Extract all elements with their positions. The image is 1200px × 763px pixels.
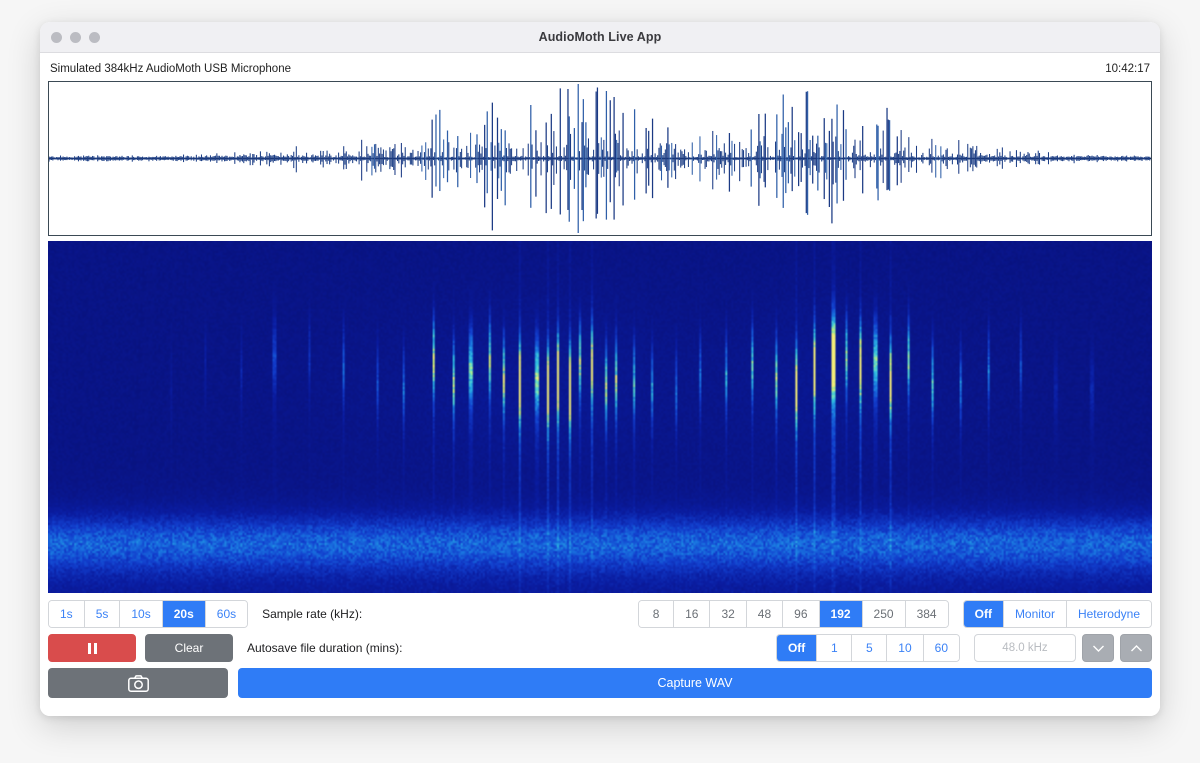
- chevron-down-icon: [1092, 645, 1104, 652]
- time-scale-option-60s[interactable]: 60s: [205, 601, 248, 627]
- sample-rate-option-96[interactable]: 96: [783, 601, 820, 627]
- spectrogram-display[interactable]: [48, 241, 1152, 593]
- sample-rate-group[interactable]: 8 16 32 48 96 192 250 384: [638, 600, 949, 628]
- title-bar: AudioMoth Live App: [40, 22, 1160, 53]
- controls-row-transport: Clear Autosave file duration (mins): Off…: [48, 634, 1152, 662]
- sample-rate-option-384[interactable]: 384: [905, 601, 948, 627]
- heterodyne-frequency-field[interactable]: 48.0 kHz: [974, 634, 1076, 662]
- device-label: Simulated 384kHz AudioMoth USB Microphon…: [50, 63, 291, 75]
- sample-rate-option-8[interactable]: 8: [639, 601, 675, 627]
- autosave-option-off[interactable]: Off: [776, 635, 818, 661]
- autosave-option-5[interactable]: 5: [852, 635, 888, 661]
- capture-wav-button[interactable]: Capture WAV: [238, 668, 1152, 698]
- time-scale-group[interactable]: 1s 5s 10s 20s 60s: [48, 600, 249, 628]
- autosave-option-1[interactable]: 1: [817, 635, 853, 661]
- window-controls: [51, 22, 100, 53]
- time-scale-option-10s[interactable]: 10s: [120, 601, 163, 627]
- close-button[interactable]: [51, 32, 62, 43]
- pause-button[interactable]: [48, 634, 136, 662]
- sample-rate-option-250[interactable]: 250: [862, 601, 906, 627]
- spectrogram-plot: [48, 241, 1152, 593]
- clear-button[interactable]: Clear: [145, 634, 233, 662]
- pause-icon: [87, 642, 97, 654]
- sample-rate-label: Sample rate (kHz):: [262, 607, 363, 621]
- minimize-button[interactable]: [70, 32, 81, 43]
- window-content: Simulated 384kHz AudioMoth USB Microphon…: [40, 53, 1160, 716]
- clock-label: 10:42:17: [1105, 63, 1150, 75]
- sample-rate-option-16[interactable]: 16: [674, 601, 711, 627]
- controls-row-capture: Capture WAV: [48, 668, 1152, 698]
- autosave-duration-group[interactable]: Off 1 5 10 60: [775, 634, 960, 662]
- sample-rate-option-48[interactable]: 48: [746, 601, 784, 627]
- frequency-decrease-button[interactable]: [1082, 634, 1114, 662]
- waveform-plot: [49, 84, 1151, 233]
- autosave-option-60[interactable]: 60: [923, 635, 959, 661]
- sample-rate-option-32[interactable]: 32: [710, 601, 747, 627]
- camera-icon: [127, 674, 149, 692]
- monitor-mode-option-monitor[interactable]: Monitor: [1003, 601, 1067, 627]
- frequency-increase-button[interactable]: [1120, 634, 1152, 662]
- chevron-up-icon: [1130, 644, 1142, 651]
- controls-row-timescale: 1s 5s 10s 20s 60s Sample rate (kHz): 8 16 32 48…: [48, 600, 1152, 628]
- autosave-option-10[interactable]: 10: [887, 635, 924, 661]
- monitor-mode-option-heterodyne[interactable]: Heterodyne: [1066, 601, 1151, 627]
- time-scale-option-1s[interactable]: 1s: [49, 601, 85, 627]
- status-bar: Simulated 384kHz AudioMoth USB Microphon…: [48, 60, 1152, 78]
- app-window: AudioMoth Live App Simulated 384kHz Audi…: [40, 22, 1160, 716]
- window-title: AudioMoth Live App: [538, 30, 662, 44]
- autosave-label: Autosave file duration (mins):: [247, 641, 403, 655]
- zoom-button[interactable]: [89, 32, 100, 43]
- time-scale-option-20s[interactable]: 20s: [162, 601, 206, 627]
- screenshot-button[interactable]: [48, 668, 228, 698]
- waveform-display[interactable]: [48, 81, 1152, 236]
- control-panel: 1s 5s 10s 20s 60s Sample rate (kHz): 8 16 32 48…: [48, 600, 1152, 708]
- monitor-mode-group[interactable]: Off Monitor Heterodyne: [962, 600, 1152, 628]
- sample-rate-option-192[interactable]: 192: [819, 601, 863, 627]
- monitor-mode-option-off[interactable]: Off: [963, 601, 1004, 627]
- time-scale-option-5s[interactable]: 5s: [84, 601, 121, 627]
